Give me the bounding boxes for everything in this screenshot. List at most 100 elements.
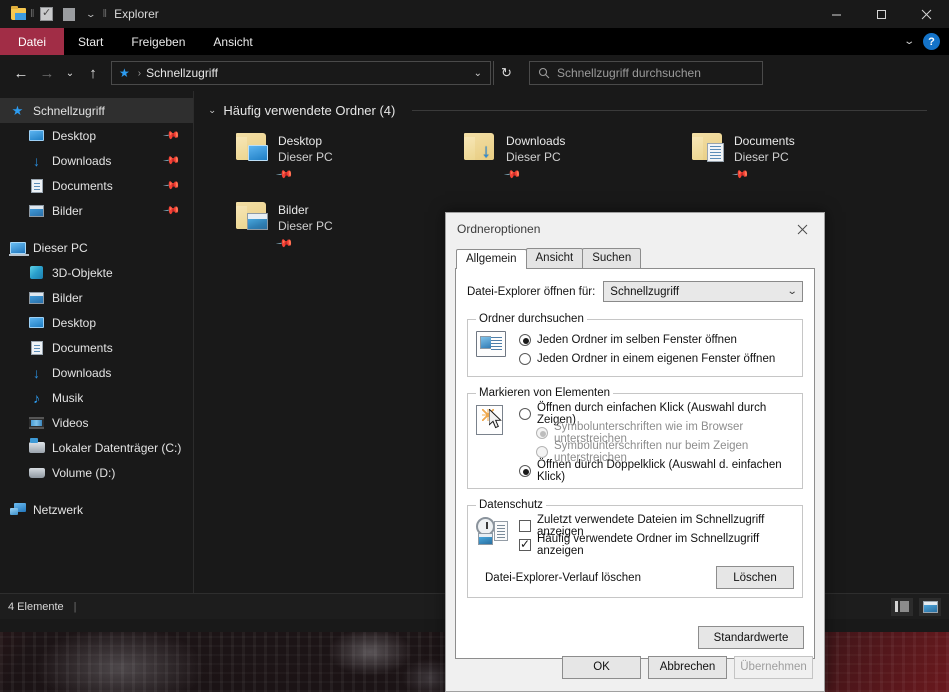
radio-indicator <box>519 464 531 477</box>
open-explorer-for-row: Datei-Explorer öffnen für: Schnellzugrif… <box>467 281 803 302</box>
new-folder-icon[interactable] <box>58 3 80 25</box>
sidebar-item-pc-bilder[interactable]: Bilder <box>0 285 193 310</box>
checkbox-label: Häufig verwendete Ordner im Schnellzugri… <box>537 532 760 557</box>
folder-tile-name: Documents <box>734 134 795 148</box>
tab-allgemein[interactable]: Allgemein <box>456 249 527 269</box>
sidebar-item-lokaler-datentraeger-c[interactable]: Lokaler Datenträger (C:) <box>0 435 193 460</box>
checkbox-frequent-folders[interactable]: Häufig verwendete Ordner im Schnellzugri… <box>519 532 794 557</box>
sidebar-item-pc-documents[interactable]: Documents <box>0 335 193 360</box>
chevron-down-icon[interactable]: ⌄ <box>903 36 915 47</box>
sidebar-item-3d-objekte[interactable]: 3D-Objekte <box>0 260 193 285</box>
dialog-title-bar: Ordneroptionen <box>446 213 824 245</box>
minimize-icon[interactable] <box>814 0 859 28</box>
close-icon[interactable] <box>780 214 824 245</box>
ribbon-tab-datei[interactable]: Datei <box>0 28 65 55</box>
breadcrumb-label[interactable]: Schnellzugriff <box>146 66 218 80</box>
folder-tile-location: Dieser PC <box>506 150 561 164</box>
close-icon[interactable] <box>904 0 949 28</box>
help-button[interactable]: ? <box>923 33 940 50</box>
group-datenschutz: Datenschutz Zuletzt verwendete Dateien i… <box>467 499 803 598</box>
radio-same-window[interactable]: Jeden Ordner im selben Fenster öffnen <box>519 330 794 349</box>
sidebar-item-downloads[interactable]: ↓ Downloads 📌 <box>0 148 193 173</box>
sidebar-item-desktop[interactable]: Desktop 📌 <box>0 123 193 148</box>
sidebar-item-label: Videos <box>52 415 89 430</box>
group-header[interactable]: ⌄ Häufig verwendete Ordner (4) <box>208 103 949 118</box>
forward-arrow-icon[interactable]: → <box>34 60 60 86</box>
large-icons-view-icon[interactable] <box>919 597 941 616</box>
chevron-down-icon[interactable]: ⌄ <box>208 106 216 116</box>
search-icon <box>538 67 550 79</box>
ribbon-tab-start[interactable]: Start <box>64 28 117 55</box>
sidebar-item-label: Volume (D:) <box>52 465 116 480</box>
folder-tile-bilder[interactable]: Bilder Dieser PC 📌 <box>208 201 436 253</box>
folder-icon[interactable] <box>7 3 29 25</box>
this-pc-icon <box>8 240 29 256</box>
sidebar-item-pc-desktop[interactable]: Desktop <box>0 310 193 335</box>
up-arrow-icon[interactable]: ↑ <box>80 60 106 86</box>
folder-tile-location: Dieser PC <box>278 219 333 233</box>
maximize-icon[interactable] <box>859 0 904 28</box>
address-chevron-down-icon[interactable]: ⌄ <box>470 68 486 79</box>
radio-double-click[interactable]: Öffnen durch Doppelklick (Auswahl d. ein… <box>519 459 794 483</box>
refresh-icon[interactable]: ↻ <box>493 61 519 85</box>
radio-own-window[interactable]: Jeden Ordner in einem eigenen Fenster öf… <box>519 349 794 368</box>
group-markieren-von-elementen: Markieren von Elementen Öffnen durch ein… <box>467 387 803 489</box>
monitor-icon <box>28 315 45 331</box>
sidebar-item-label: Documents <box>52 178 113 193</box>
folder-icon <box>234 132 268 162</box>
ribbon-tab-freigeben[interactable]: Freigeben <box>117 28 199 55</box>
radio-indicator <box>519 407 531 420</box>
details-view-icon[interactable] <box>891 597 913 616</box>
folder-icon <box>690 132 724 162</box>
chevron-down-icon[interactable]: ⌄ <box>80 3 102 25</box>
sidebar-item-documents[interactable]: Documents 📌 <box>0 173 193 198</box>
pin-icon[interactable]: 📌 <box>163 126 182 145</box>
folder-tile-name: Bilder <box>278 203 309 217</box>
radio-label: Jeden Ordner in einem eigenen Fenster öf… <box>537 352 776 365</box>
folder-options-dialog: Ordneroptionen Allgemein Ansicht Suchen … <box>445 212 825 692</box>
tab-ansicht[interactable]: Ansicht <box>525 248 584 268</box>
folder-tile-desktop[interactable]: Desktop Dieser PC 📌 <box>208 132 436 184</box>
recent-locations-chevron-icon[interactable]: ⌄ <box>60 60 80 86</box>
ribbon-tab-ansicht[interactable]: Ansicht <box>199 28 266 55</box>
folder-tile-location: Dieser PC <box>734 150 789 164</box>
download-arrow-icon: ↓ <box>33 152 40 169</box>
address-bar-right: ⌄ <box>470 68 486 79</box>
properties-icon[interactable] <box>36 3 58 25</box>
clear-history-row: Datei-Explorer-Verlauf löschen Löschen <box>476 566 794 589</box>
search-box[interactable]: Schnellzugriff durchsuchen <box>529 61 763 85</box>
cancel-button[interactable]: Abbrechen <box>648 655 727 679</box>
video-icon <box>28 415 45 431</box>
ok-button[interactable]: OK <box>562 655 641 679</box>
sidebar-item-videos[interactable]: Videos <box>0 410 193 435</box>
pin-icon[interactable]: 📌 <box>163 176 182 195</box>
privacy-history-icon <box>476 517 510 551</box>
pin-icon[interactable]: 📌 <box>163 151 182 170</box>
pin-icon[interactable]: 📌 <box>163 201 182 220</box>
sidebar-item-volume-d[interactable]: Volume (D:) <box>0 460 193 485</box>
sidebar-item-netzwerk[interactable]: Netzwerk <box>0 497 193 522</box>
tab-suchen[interactable]: Suchen <box>582 248 642 268</box>
sidebar-item-pc-downloads[interactable]: ↓ Downloads <box>0 360 193 385</box>
folder-tile-name: Downloads <box>506 134 566 148</box>
sidebar-item-musik[interactable]: ♪ Musik <box>0 385 193 410</box>
search-input[interactable]: Schnellzugriff durchsuchen <box>557 66 701 80</box>
address-bar[interactable]: ★ › Schnellzugriff ⌄ <box>111 61 491 85</box>
sidebar-item-schnellzugriff[interactable]: ★ Schnellzugriff <box>0 98 193 123</box>
folder-tile-downloads[interactable]: ↓ Downloads Dieser PC 📌 <box>436 132 664 184</box>
document-icon <box>28 340 45 356</box>
open-explorer-for-select[interactable]: Schnellzugriff ⌄ <box>603 281 803 302</box>
pin-icon: 📌 <box>275 234 294 253</box>
sidebar-item-label: Dieser PC <box>33 240 88 255</box>
sidebar-item-bilder[interactable]: Bilder 📌 <box>0 198 193 223</box>
window-controls <box>814 0 949 28</box>
sidebar-item-dieser-pc[interactable]: Dieser PC <box>0 235 193 260</box>
back-arrow-icon[interactable]: ← <box>8 60 34 86</box>
radio-indicator <box>519 352 531 365</box>
ribbon-right-controls: ⌄ ? <box>903 28 949 55</box>
quick-access-toolbar: ‖ ⌄ ‖ <box>0 3 108 25</box>
folder-tile-documents[interactable]: Documents Dieser PC 📌 <box>664 132 892 184</box>
group-ordner-durchsuchen: Ordner durchsuchen Jeden Ordner im selbe… <box>467 313 803 377</box>
clear-history-button[interactable]: Löschen <box>716 566 794 589</box>
